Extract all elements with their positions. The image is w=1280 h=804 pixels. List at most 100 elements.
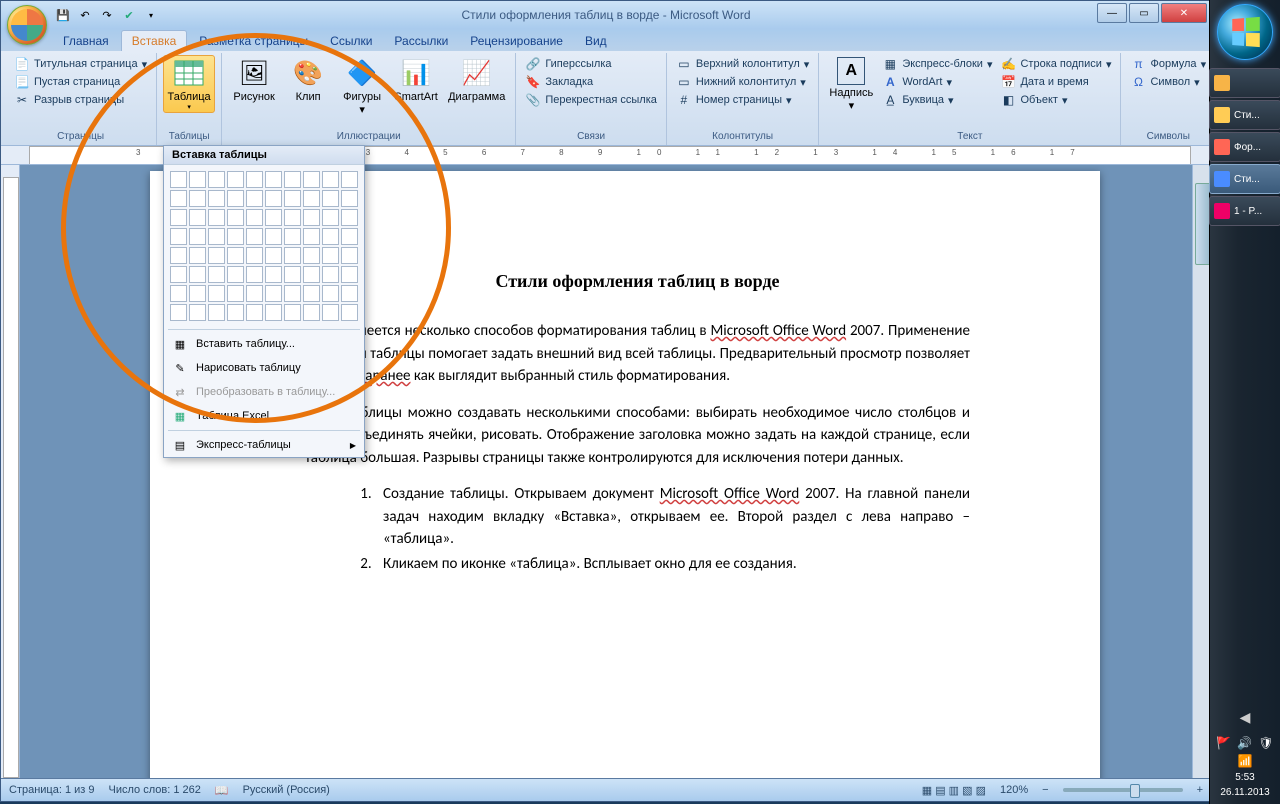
grid-cell[interactable]: [170, 171, 187, 188]
grid-cell[interactable]: [341, 304, 358, 321]
grid-cell[interactable]: [227, 285, 244, 302]
bookmark-button[interactable]: 🔖Закладка: [522, 73, 596, 91]
crossref-button[interactable]: 📎Перекрестная ссылка: [522, 91, 660, 109]
grid-cell[interactable]: [227, 266, 244, 283]
chart-button[interactable]: 📈Диаграмма: [444, 55, 509, 105]
dropcap-button[interactable]: A̲Буквица ▾: [879, 91, 956, 109]
grid-cell[interactable]: [341, 285, 358, 302]
tab-insert[interactable]: Вставка: [121, 30, 188, 51]
grid-cell[interactable]: [322, 266, 339, 283]
quickparts-button[interactable]: ▦Экспресс-блоки ▾: [879, 55, 995, 73]
table-size-grid[interactable]: [164, 165, 364, 327]
grid-cell[interactable]: [284, 247, 301, 264]
tab-review[interactable]: Рецензирование: [460, 31, 573, 51]
zoom-slider[interactable]: [1063, 788, 1183, 792]
signature-button[interactable]: ✍Строка подписи ▾: [997, 55, 1114, 73]
hyperlink-button[interactable]: 🔗Гиперссылка: [522, 55, 614, 73]
grid-cell[interactable]: [303, 228, 320, 245]
grid-cell[interactable]: [303, 285, 320, 302]
grid-cell[interactable]: [170, 304, 187, 321]
vertical-ruler[interactable]: [1, 165, 20, 778]
close-button[interactable]: ✕: [1161, 3, 1207, 23]
grid-cell[interactable]: [170, 266, 187, 283]
flag-icon[interactable]: 🚩: [1216, 736, 1231, 750]
undo-icon[interactable]: ↶: [75, 5, 95, 25]
grid-cell[interactable]: [303, 171, 320, 188]
tab-mailings[interactable]: Рассылки: [384, 31, 458, 51]
footer-button[interactable]: ▭Нижний колонтитул ▾: [673, 73, 809, 91]
insert-table-item[interactable]: ▦Вставить таблицу...: [164, 332, 364, 356]
office-button[interactable]: [7, 5, 47, 45]
grid-cell[interactable]: [227, 209, 244, 226]
redo-icon[interactable]: ↷: [97, 5, 117, 25]
grid-cell[interactable]: [208, 304, 225, 321]
grid-cell[interactable]: [303, 247, 320, 264]
grid-cell[interactable]: [208, 228, 225, 245]
taskbar-item[interactable]: 1 - P...: [1209, 196, 1280, 226]
wordart-button[interactable]: AWordArt ▾: [879, 73, 955, 91]
grid-cell[interactable]: [341, 209, 358, 226]
tab-view[interactable]: Вид: [575, 31, 617, 51]
tray-expand-icon[interactable]: ◀: [1240, 709, 1251, 726]
equation-button[interactable]: πФормула ▾: [1127, 55, 1209, 73]
tray-icons[interactable]: 🚩🔊🛡: [1216, 736, 1273, 750]
grid-cell[interactable]: [246, 304, 263, 321]
spellcheck-icon[interactable]: ✔: [119, 5, 139, 25]
tab-page-layout[interactable]: Разметка страницы: [189, 31, 318, 51]
grid-cell[interactable]: [284, 209, 301, 226]
grid-cell[interactable]: [265, 247, 282, 264]
grid-cell[interactable]: [227, 247, 244, 264]
status-page[interactable]: Страница: 1 из 9: [9, 784, 95, 796]
object-button[interactable]: ◧Объект ▾: [997, 91, 1070, 109]
grid-cell[interactable]: [170, 209, 187, 226]
grid-cell[interactable]: [246, 190, 263, 207]
quick-tables-item[interactable]: ▤Экспресс-таблицы▶: [164, 433, 364, 457]
grid-cell[interactable]: [284, 171, 301, 188]
grid-cell[interactable]: [208, 171, 225, 188]
clock-time[interactable]: 5:53: [1235, 772, 1254, 783]
grid-cell[interactable]: [189, 190, 206, 207]
grid-cell[interactable]: [265, 190, 282, 207]
grid-cell[interactable]: [208, 190, 225, 207]
textbox-button[interactable]: AНадпись ▾: [825, 55, 877, 114]
taskbar-item[interactable]: [1209, 68, 1280, 98]
view-buttons[interactable]: ▦ ▤ ▥ ▧ ▨: [922, 784, 986, 797]
grid-cell[interactable]: [322, 190, 339, 207]
start-button[interactable]: [1217, 4, 1273, 60]
grid-cell[interactable]: [208, 285, 225, 302]
grid-cell[interactable]: [322, 171, 339, 188]
grid-cell[interactable]: [246, 285, 263, 302]
grid-cell[interactable]: [189, 228, 206, 245]
grid-cell[interactable]: [189, 247, 206, 264]
grid-cell[interactable]: [265, 228, 282, 245]
tab-references[interactable]: Ссылки: [320, 31, 382, 51]
grid-cell[interactable]: [341, 266, 358, 283]
grid-cell[interactable]: [208, 266, 225, 283]
grid-cell[interactable]: [170, 285, 187, 302]
grid-cell[interactable]: [189, 171, 206, 188]
grid-cell[interactable]: [265, 304, 282, 321]
grid-cell[interactable]: [322, 228, 339, 245]
network-icon[interactable]: 🛡: [1258, 736, 1273, 750]
grid-cell[interactable]: [265, 285, 282, 302]
grid-cell[interactable]: [265, 171, 282, 188]
grid-cell[interactable]: [265, 266, 282, 283]
signal-icon[interactable]: 📶: [1238, 754, 1253, 768]
draw-table-item[interactable]: ✎Нарисовать таблицу: [164, 356, 364, 380]
grid-cell[interactable]: [284, 190, 301, 207]
taskbar-item[interactable]: Сти...: [1209, 100, 1280, 130]
grid-cell[interactable]: [189, 304, 206, 321]
symbol-button[interactable]: ΩСимвол ▾: [1127, 73, 1202, 91]
grid-cell[interactable]: [322, 304, 339, 321]
grid-cell[interactable]: [246, 266, 263, 283]
grid-cell[interactable]: [246, 209, 263, 226]
cover-page-button[interactable]: 📄Титульная страница ▾: [11, 55, 150, 73]
grid-cell[interactable]: [341, 228, 358, 245]
grid-cell[interactable]: [322, 247, 339, 264]
grid-cell[interactable]: [170, 228, 187, 245]
status-language[interactable]: Русский (Россия): [243, 784, 330, 796]
page-break-button[interactable]: ✂Разрыв страницы: [11, 91, 127, 109]
clipart-button[interactable]: 🎨Клип: [282, 55, 334, 105]
grid-cell[interactable]: [322, 285, 339, 302]
grid-cell[interactable]: [303, 209, 320, 226]
